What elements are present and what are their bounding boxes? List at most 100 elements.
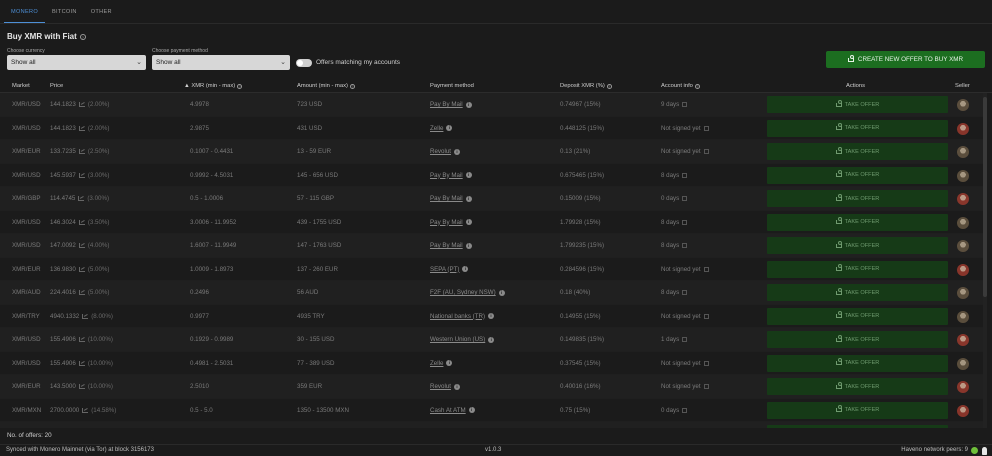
take-offer-button[interactable]: TAKE OFFER — [767, 260, 948, 278]
payment-method-link[interactable]: Western Union (US) — [430, 328, 485, 351]
take-offer-button[interactable]: TAKE OFFER — [767, 425, 948, 428]
avatar[interactable] — [957, 99, 969, 111]
price-cell: 133.7235 (2.50%) — [50, 140, 109, 163]
take-offer-button[interactable]: TAKE OFFER — [767, 190, 948, 207]
avatar[interactable] — [957, 404, 969, 417]
payment-method-link[interactable]: Pay By Mail — [430, 234, 463, 257]
payment-method-link[interactable]: Amazon eGift Card — [430, 422, 483, 428]
payment-method-link[interactable]: Zelle — [430, 117, 443, 140]
take-offer-button[interactable]: TAKE OFFER — [767, 401, 948, 419]
payment-method-link[interactable]: Revolut — [430, 140, 451, 163]
tab-monero[interactable]: MONERO — [4, 0, 45, 23]
avatar[interactable] — [957, 146, 969, 158]
help-icon[interactable]: ? — [237, 84, 243, 89]
help-icon[interactable]: ? — [694, 84, 700, 89]
account-age: 8 days — [661, 171, 680, 179]
payment-method-link[interactable]: SEPA (PT) — [430, 258, 459, 281]
payment-method-link[interactable]: National banks (TR) — [430, 305, 485, 328]
col-payment[interactable]: Payment method — [430, 80, 474, 93]
col-market[interactable]: Market — [12, 80, 30, 93]
take-offer-button[interactable]: TAKE OFFER — [767, 331, 948, 348]
matching-accounts-toggle[interactable] — [296, 59, 312, 67]
info-icon[interactable]: i — [465, 219, 472, 225]
avatar[interactable] — [957, 193, 969, 205]
payment-cell: Zelle i — [430, 352, 453, 375]
price-value: 136.9830 — [50, 265, 76, 273]
take-offer-button[interactable]: TAKE OFFER — [767, 237, 948, 254]
lightbulb-icon[interactable] — [982, 446, 987, 455]
create-offer-button[interactable]: CREATE NEW OFFER TO BUY XMR — [826, 51, 985, 68]
help-icon[interactable]: ? — [79, 33, 86, 40]
xmr-amount-cell: 1.0009 - 1.8973 — [190, 265, 234, 273]
info-icon[interactable]: i — [488, 313, 495, 319]
amount-cell: 50 EUR — [297, 422, 319, 428]
avatar[interactable] — [957, 216, 969, 229]
col-deposit[interactable]: Deposit XMR (%)? — [560, 80, 612, 93]
deposit-cell: 0.149835 (15%) — [560, 336, 605, 343]
take-offer-button[interactable]: TAKE OFFER — [767, 378, 948, 395]
scroll-thumb[interactable] — [983, 97, 987, 297]
payment-method-link[interactable]: Pay By Mail — [430, 93, 463, 116]
payment-method-link[interactable]: Pay By Mail — [430, 187, 463, 210]
payment-method-link[interactable]: F2F (AU, Sydney NSW) — [430, 281, 496, 304]
col-amount[interactable]: Amount (min - max)? — [297, 80, 355, 93]
payment-method-link[interactable]: Zelle — [430, 352, 443, 375]
payment-cell: Pay By Mail i — [430, 211, 472, 234]
table-row: XMR/EUR 136.9830 (5.00%) 1.0009 - 1.8973 137… — [0, 258, 984, 281]
price-percent: (2.50%) — [87, 148, 110, 155]
info-icon[interactable]: i — [465, 172, 472, 178]
avatar[interactable] — [957, 240, 969, 252]
xmr-amount-cell: 0.5 - 1.0006 — [190, 195, 224, 202]
price-value: 4940.1332 — [50, 312, 80, 320]
avatar[interactable] — [957, 381, 969, 393]
col-price[interactable]: Price — [50, 80, 63, 93]
info-icon[interactable]: i — [488, 336, 495, 343]
info-icon[interactable]: i — [465, 195, 472, 202]
take-offer-button[interactable]: TAKE OFFER — [767, 307, 948, 325]
info-icon[interactable]: i — [468, 407, 475, 413]
offer-icon — [835, 287, 843, 295]
payment-method-link[interactable]: Revolut — [430, 375, 451, 398]
col-xmr[interactable]: ▲ XMR (min - max)? — [184, 80, 243, 93]
take-offer-button[interactable]: TAKE OFFER — [767, 213, 948, 231]
info-icon[interactable]: i — [498, 289, 505, 296]
payment-cell: Western Union (US) i — [430, 328, 495, 351]
avatar[interactable] — [957, 169, 969, 182]
info-icon[interactable]: i — [446, 125, 453, 131]
take-offer-button[interactable]: TAKE OFFER — [767, 143, 948, 160]
currency-select[interactable]: Show all ⌄ — [7, 55, 146, 70]
network-status-icon — [971, 447, 978, 454]
info-icon[interactable]: i — [453, 383, 460, 390]
scrollbar[interactable] — [983, 93, 987, 428]
help-icon[interactable]: ? — [349, 84, 355, 89]
account-cell: 0 days — [661, 187, 688, 210]
info-icon[interactable]: i — [465, 242, 472, 249]
info-icon[interactable]: i — [453, 148, 460, 155]
avatar[interactable] — [957, 357, 969, 370]
take-offer-button[interactable]: TAKE OFFER — [767, 96, 948, 113]
avatar[interactable] — [957, 310, 969, 323]
avatar[interactable] — [957, 334, 969, 346]
avatar[interactable] — [957, 287, 969, 299]
avatar[interactable] — [957, 263, 969, 276]
payment-method-link[interactable]: Cash At ATM — [430, 399, 466, 422]
amount-cell: 57 - 115 GBP — [297, 195, 335, 202]
tab-other[interactable]: OTHER — [84, 0, 119, 23]
tab-bitcoin[interactable]: BITCOIN — [45, 0, 84, 23]
payment-method-link[interactable]: Pay By Mail — [430, 211, 463, 234]
payment-method-select[interactable]: Show all ⌄ — [152, 55, 290, 70]
col-account[interactable]: Account info? — [661, 80, 700, 93]
take-offer-button[interactable]: TAKE OFFER — [767, 354, 948, 372]
info-icon[interactable]: i — [465, 101, 472, 108]
info-icon[interactable]: i — [446, 360, 453, 366]
info-icon[interactable]: i — [462, 266, 469, 272]
avatar[interactable] — [957, 122, 969, 135]
price-percent: (5.00%) — [87, 265, 110, 273]
price-value: 155.4906 — [50, 359, 76, 367]
payment-method-link[interactable]: Pay By Mail — [430, 164, 463, 187]
take-offer-button[interactable]: TAKE OFFER — [767, 284, 948, 301]
help-icon[interactable]: ? — [606, 84, 612, 89]
take-offer-button[interactable]: TAKE OFFER — [767, 166, 948, 184]
take-offer-button[interactable]: TAKE OFFER — [767, 119, 948, 137]
calendar-icon — [703, 125, 709, 131]
